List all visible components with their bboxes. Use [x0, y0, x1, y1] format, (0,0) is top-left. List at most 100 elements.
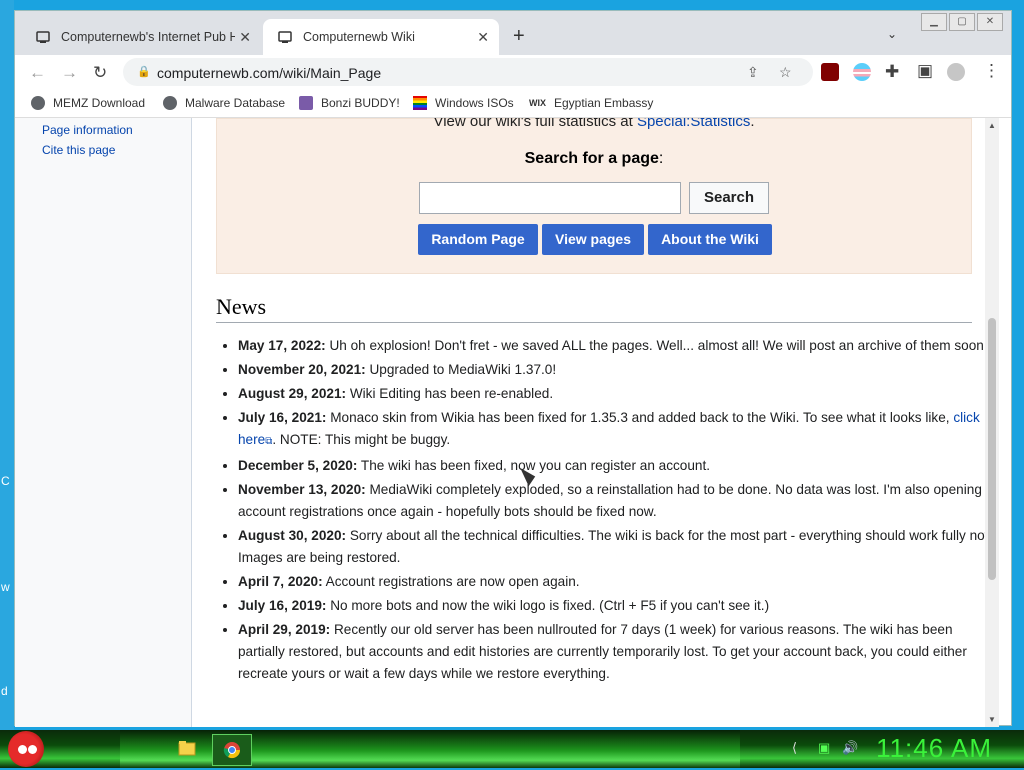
tab-computernewb-wiki[interactable]: Computernewb Wiki ✕ [263, 19, 499, 55]
news-item: December 5, 2020: The wiki has been fixe… [238, 455, 998, 477]
statistics-link[interactable]: Special:Statistics [637, 118, 750, 130]
news-text: Recently our old server has been nullrou… [238, 622, 967, 681]
wix-icon: WIX [529, 98, 546, 108]
news-date: July 16, 2019: [238, 598, 327, 613]
bookmark-label: Bonzi BUDDY! [321, 96, 400, 110]
scroll-down-icon[interactable]: ▼ [988, 715, 996, 724]
page-scrollbar[interactable]: ▲ ▼ [985, 118, 999, 727]
menu-kebab-icon[interactable]: ⋮ [983, 61, 1000, 81]
extensions-puzzle-icon[interactable]: ✚ [885, 62, 899, 82]
bookmark-malware-db[interactable]: Malware Database [163, 96, 285, 110]
url-text[interactable]: computernewb.com/wiki/Main_Page [157, 65, 381, 81]
chrome-taskbar-icon[interactable] [212, 734, 252, 766]
bookmark-star-icon[interactable]: ☆ [779, 64, 792, 81]
pride-extension-icon[interactable] [853, 63, 871, 81]
browser-window: Computernewb's Internet Pub Hub ✕ Comput… [14, 10, 1012, 727]
new-tab-icon[interactable]: + [513, 25, 525, 48]
address-bar[interactable]: 🔒 computernewb.com/wiki/Main_Page ⇪ ☆ [123, 58, 813, 86]
about-wiki-button[interactable]: About the Wiki [648, 224, 772, 255]
bird-eye-icon [28, 745, 37, 754]
bookmark-label: Malware Database [185, 96, 286, 110]
taskbar-clock[interactable]: 11:46 AM [876, 733, 992, 764]
news-item: April 29, 2019: Recently our old server … [238, 619, 998, 685]
chevron-down-icon[interactable]: ⌄ [887, 27, 897, 41]
bookmark-memz[interactable]: MEMZ Download [31, 96, 145, 110]
globe-icon [163, 96, 177, 110]
news-date: April 7, 2020: [238, 574, 323, 589]
rainbow-flag-icon [413, 96, 427, 110]
search-button[interactable]: Search [689, 182, 769, 214]
sidebar-link-page-information[interactable]: Page information [42, 123, 133, 137]
news-date: July 16, 2021: [238, 410, 327, 425]
news-item: April 7, 2020: Account registrations are… [238, 571, 998, 593]
bookmark-label: MEMZ Download [53, 96, 146, 110]
chrome-icon [223, 742, 241, 759]
ublock-extension-icon[interactable] [821, 63, 839, 81]
tab-strip: Computernewb's Internet Pub Hub ✕ Comput… [15, 11, 1011, 55]
profile-avatar-icon[interactable] [947, 63, 965, 81]
search-box-panel: View our wiki's full statistics at Speci… [216, 118, 972, 274]
scrollbar-thumb[interactable] [988, 318, 996, 580]
news-item: July 16, 2021: Monaco skin from Wikia ha… [238, 407, 998, 453]
news-date: November 13, 2020: [238, 482, 366, 497]
desktop-icon-label[interactable]: w [1, 580, 10, 594]
volume-icon[interactable]: 🔊 [842, 740, 858, 756]
news-text: Monaco skin from Wikia has been fixed fo… [326, 410, 954, 425]
bookmark-label: Egyptian Embassy [554, 96, 654, 110]
desktop-icon-label[interactable]: d [1, 684, 8, 698]
bird-eye-icon [18, 745, 27, 754]
random-page-button[interactable]: Random Page [418, 224, 538, 255]
reload-icon[interactable]: ↻ [93, 63, 107, 83]
close-window-button[interactable]: ✕ [977, 13, 1003, 31]
news-item: May 17, 2022: Uh oh explosion! Don't fre… [238, 335, 998, 357]
tab-title: Computernewb Wiki [303, 30, 415, 44]
file-explorer-taskbar-icon[interactable] [168, 734, 206, 764]
browser-toolbar: ← → ↻ 🔒 computernewb.com/wiki/Main_Page … [15, 55, 1011, 89]
news-list: May 17, 2022: Uh oh explosion! Don't fre… [216, 335, 998, 687]
news-item: November 13, 2020: MediaWiki completely … [238, 479, 998, 523]
tray-chevron-icon[interactable]: ⟨ [792, 740, 797, 756]
news-date: August 30, 2020: [238, 528, 347, 543]
start-button-angry-bird-icon[interactable] [8, 731, 44, 767]
wiki-sidebar: Page information Cite this page [15, 118, 192, 727]
desktop-icon-label[interactable]: C [1, 474, 10, 488]
site-favicon-icon [278, 31, 292, 43]
news-text: No more bots and now the wiki logo is fi… [326, 598, 770, 613]
news-heading: News [216, 294, 972, 323]
stats-suffix: . [750, 118, 755, 130]
news-text: Account registrations are now open again… [322, 574, 580, 589]
search-input[interactable] [419, 182, 681, 214]
page-content: Page information Cite this page View our… [15, 118, 999, 727]
lock-icon[interactable]: 🔒 [137, 65, 151, 78]
stats-line: View our wiki's full statistics at Speci… [217, 118, 971, 130]
view-pages-button[interactable]: View pages [542, 224, 644, 255]
tab-internet-pub-hub[interactable]: Computernewb's Internet Pub Hub ✕ [21, 19, 261, 55]
news-text: Wiki Editing has been re-enabled. [346, 386, 554, 401]
news-date: May 17, 2022: [238, 338, 326, 353]
site-favicon-icon [36, 31, 50, 43]
news-text: Uh oh explosion! Don't fret - we saved A… [325, 338, 988, 353]
news-item: August 29, 2021: Wiki Editing has been r… [238, 383, 998, 405]
wiki-main: View our wiki's full statistics at Speci… [192, 118, 998, 727]
bonzi-icon [299, 96, 313, 110]
share-icon[interactable]: ⇪ [747, 64, 759, 81]
search-title: Search for a page: [217, 150, 971, 168]
close-tab-icon[interactable]: ✕ [477, 29, 489, 46]
news-item: August 30, 2020: Sorry about all the tec… [238, 525, 998, 569]
bookmark-windows-isos[interactable]: Windows ISOs [413, 96, 514, 110]
network-icon[interactable]: ▣ [818, 740, 830, 756]
close-tab-icon[interactable]: ✕ [239, 29, 251, 46]
side-panel-icon[interactable]: ▣ [917, 61, 933, 81]
forward-arrow-icon[interactable]: → [61, 63, 78, 83]
sidebar-link-cite-this-page[interactable]: Cite this page [42, 143, 115, 157]
maximize-button[interactable]: ▢ [949, 13, 975, 31]
back-arrow-icon[interactable]: ← [29, 63, 46, 83]
news-item: July 16, 2019: No more bots and now the … [238, 595, 998, 617]
bookmark-egyptian-embassy[interactable]: WIX Egyptian Embassy [529, 96, 653, 110]
minimize-button[interactable]: ▁ [921, 13, 947, 31]
stats-text: View our wiki's full statistics at [433, 118, 637, 130]
bookmark-bonzi[interactable]: Bonzi BUDDY! [299, 96, 400, 110]
search-title-colon: : [658, 150, 664, 167]
taskbar: ⟨ ▣ 🔊 11:46 AM [0, 730, 1024, 768]
scroll-up-icon[interactable]: ▲ [988, 121, 996, 130]
